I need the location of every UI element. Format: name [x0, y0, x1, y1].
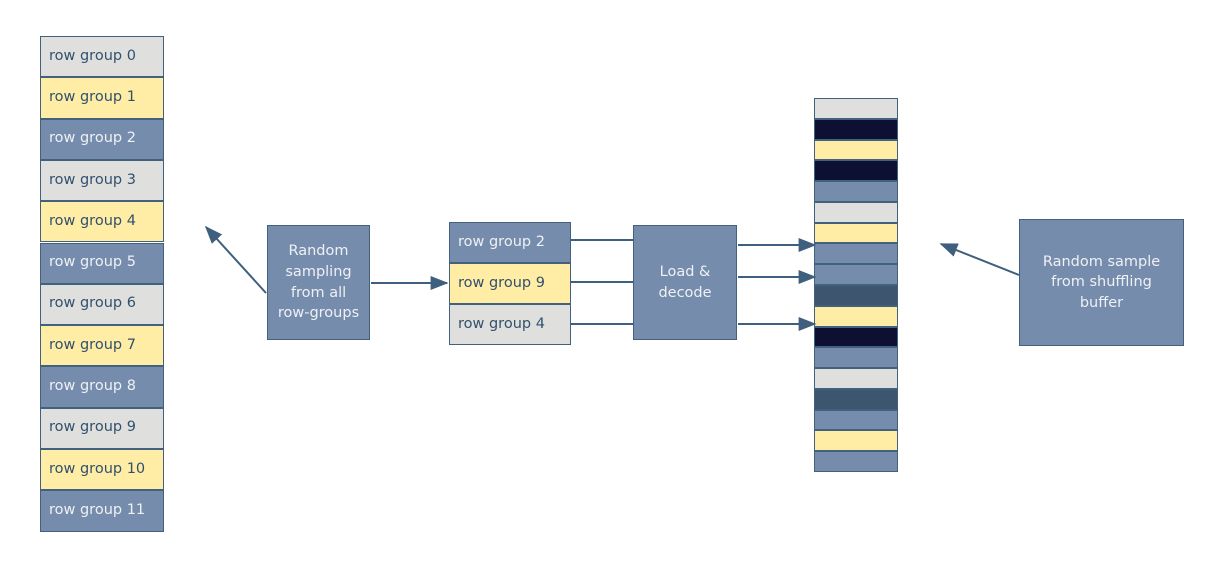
sampled-row-group-cell[interactable]: row group 2 — [449, 222, 571, 263]
shuffling-buffer-cell[interactable] — [814, 139, 898, 161]
shuffling-buffer-cell[interactable] — [814, 347, 898, 369]
load-and-decode-line-0: Load & — [659, 263, 711, 280]
row-group-cell[interactable]: row group 10 — [40, 449, 164, 491]
shuffling-buffer-cell[interactable] — [814, 326, 898, 348]
row-group-label: row group 3 — [49, 171, 136, 188]
shuffling-buffer-cell[interactable] — [814, 160, 898, 182]
shuffling-buffer-cell[interactable] — [814, 305, 898, 327]
row-group-label: row group 5 — [49, 254, 136, 271]
random-sampling-box[interactable]: Random sampling from all row-groups — [267, 225, 370, 340]
arrow-sample-box-to-buffer — [939, 243, 1020, 276]
shuffling-buffer-cell[interactable] — [814, 368, 898, 389]
row-group-cell[interactable]: row group 8 — [40, 366, 164, 408]
random-sample-line-1: from shuffling — [1051, 274, 1152, 291]
shuffling-buffer-cell[interactable] — [814, 222, 898, 244]
shuffling-buffer-cell[interactable] — [814, 181, 898, 202]
shuffling-buffer-cell[interactable] — [814, 285, 898, 306]
random-sample-line-2: buffer — [1079, 294, 1124, 311]
random-sampling-label: Random sampling from all row-groups — [278, 241, 359, 323]
random-sampling-line-1: sampling — [285, 263, 352, 280]
sampled-row-group-cell[interactable]: row group 9 — [449, 263, 571, 304]
row-group-cell[interactable]: row group 5 — [40, 242, 164, 284]
random-sample-from-buffer-box[interactable]: Random sample from shuffling buffer — [1019, 219, 1184, 346]
arrow-sampling-to-row-groups — [204, 225, 267, 294]
row-group-cell[interactable]: row group 4 — [40, 201, 164, 243]
row-group-cell[interactable]: row group 0 — [40, 36, 164, 78]
random-sampling-line-3: row-groups — [277, 305, 360, 322]
shuffling-buffer-stack — [814, 98, 898, 472]
sampled-row-group-label: row group 9 — [458, 274, 545, 291]
row-group-label: row group 8 — [49, 378, 136, 395]
shuffling-buffer-cell[interactable] — [814, 388, 898, 410]
row-group-cell[interactable]: row group 7 — [40, 325, 164, 367]
diagram-canvas: row group 0 row group 1 row group 2 row gro… — [0, 0, 1224, 572]
shuffling-buffer-cell[interactable] — [814, 243, 898, 265]
shuffling-buffer-cell[interactable] — [814, 118, 898, 140]
shuffling-buffer-cell[interactable] — [814, 430, 898, 452]
row-group-label: row group 10 — [49, 460, 146, 477]
random-sampling-line-0: Random — [288, 243, 349, 260]
row-group-label: row group 2 — [49, 130, 136, 147]
row-group-cell[interactable]: row group 2 — [40, 118, 164, 160]
sampled-row-group-label: row group 4 — [458, 315, 545, 332]
shuffling-buffer-cell[interactable] — [814, 409, 898, 431]
row-group-cell[interactable]: row group 1 — [40, 77, 164, 119]
sampled-row-group-label: row group 2 — [458, 233, 545, 250]
row-group-cell[interactable]: row group 9 — [40, 407, 164, 449]
sampled-row-group-cell[interactable]: row group 4 — [449, 304, 571, 345]
load-and-decode-label: Load & decode — [658, 262, 711, 303]
shuffling-buffer-cell[interactable] — [814, 201, 898, 223]
load-and-decode-box[interactable]: Load & decode — [633, 225, 737, 340]
shuffling-buffer-cell[interactable] — [814, 264, 898, 285]
row-group-cell[interactable]: row group 3 — [40, 159, 164, 202]
random-sample-line-0: Random sample — [1042, 253, 1161, 270]
shuffling-buffer-cell[interactable] — [814, 98, 898, 119]
load-and-decode-line-1: decode — [658, 284, 712, 301]
row-group-label: row group 1 — [49, 88, 136, 105]
row-group-label: row group 11 — [49, 501, 146, 518]
random-sample-label: Random sample from shuffling buffer — [1043, 252, 1160, 314]
row-group-label: row group 4 — [49, 212, 136, 229]
shuffling-buffer-cell[interactable] — [814, 451, 898, 472]
row-group-label: row group 9 — [49, 419, 136, 436]
row-group-label: row group 0 — [49, 47, 136, 64]
row-group-cell[interactable]: row group 6 — [40, 283, 164, 326]
row-group-cell[interactable]: row group 11 — [40, 490, 164, 532]
row-group-label: row group 6 — [49, 295, 136, 312]
row-group-label: row group 7 — [49, 336, 136, 353]
random-sampling-line-2: from all — [290, 284, 347, 301]
